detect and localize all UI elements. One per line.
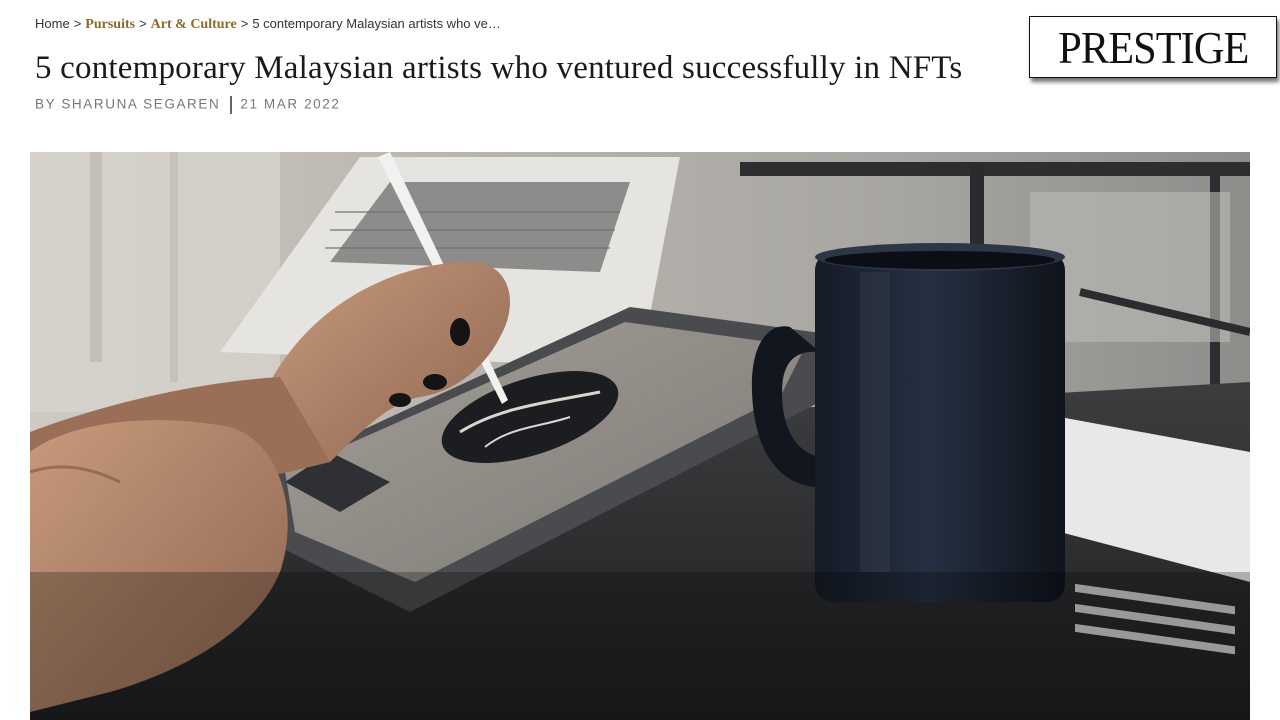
- breadcrumb-art-culture-link[interactable]: Art & Culture: [151, 17, 237, 32]
- byline-author: BY SHARUNA SEGAREN: [35, 96, 221, 112]
- breadcrumb-current: 5 contemporary Malaysian artists who ve…: [252, 16, 501, 31]
- byline-divider: [230, 96, 233, 114]
- article-byline: BY SHARUNA SEGAREN 21 MAR 2022: [35, 96, 341, 114]
- byline-date: 21 MAR 2022: [240, 96, 341, 112]
- prestige-logo[interactable]: PRESTIGE: [1029, 16, 1277, 78]
- logo-wordmark: PRESTIGE: [1057, 21, 1249, 73]
- article-page: Home > Pursuits > Art & Culture >5 contempora…: [0, 0, 1280, 720]
- breadcrumb-pursuits-link[interactable]: Pursuits: [85, 17, 135, 32]
- breadcrumb-home-link[interactable]: Home: [35, 16, 70, 31]
- breadcrumb-separator: >: [139, 16, 147, 31]
- breadcrumb-separator: >: [240, 16, 249, 31]
- hero-photo-illustration: [30, 152, 1250, 720]
- breadcrumb-separator: >: [73, 16, 82, 31]
- coffee-mug: [815, 252, 1065, 602]
- article-title: 5 contemporary Malaysian artists who ven…: [35, 50, 963, 86]
- breadcrumb: Home > Pursuits > Art & Culture >5 contempora…: [35, 16, 501, 33]
- hero-image: [30, 152, 1250, 720]
